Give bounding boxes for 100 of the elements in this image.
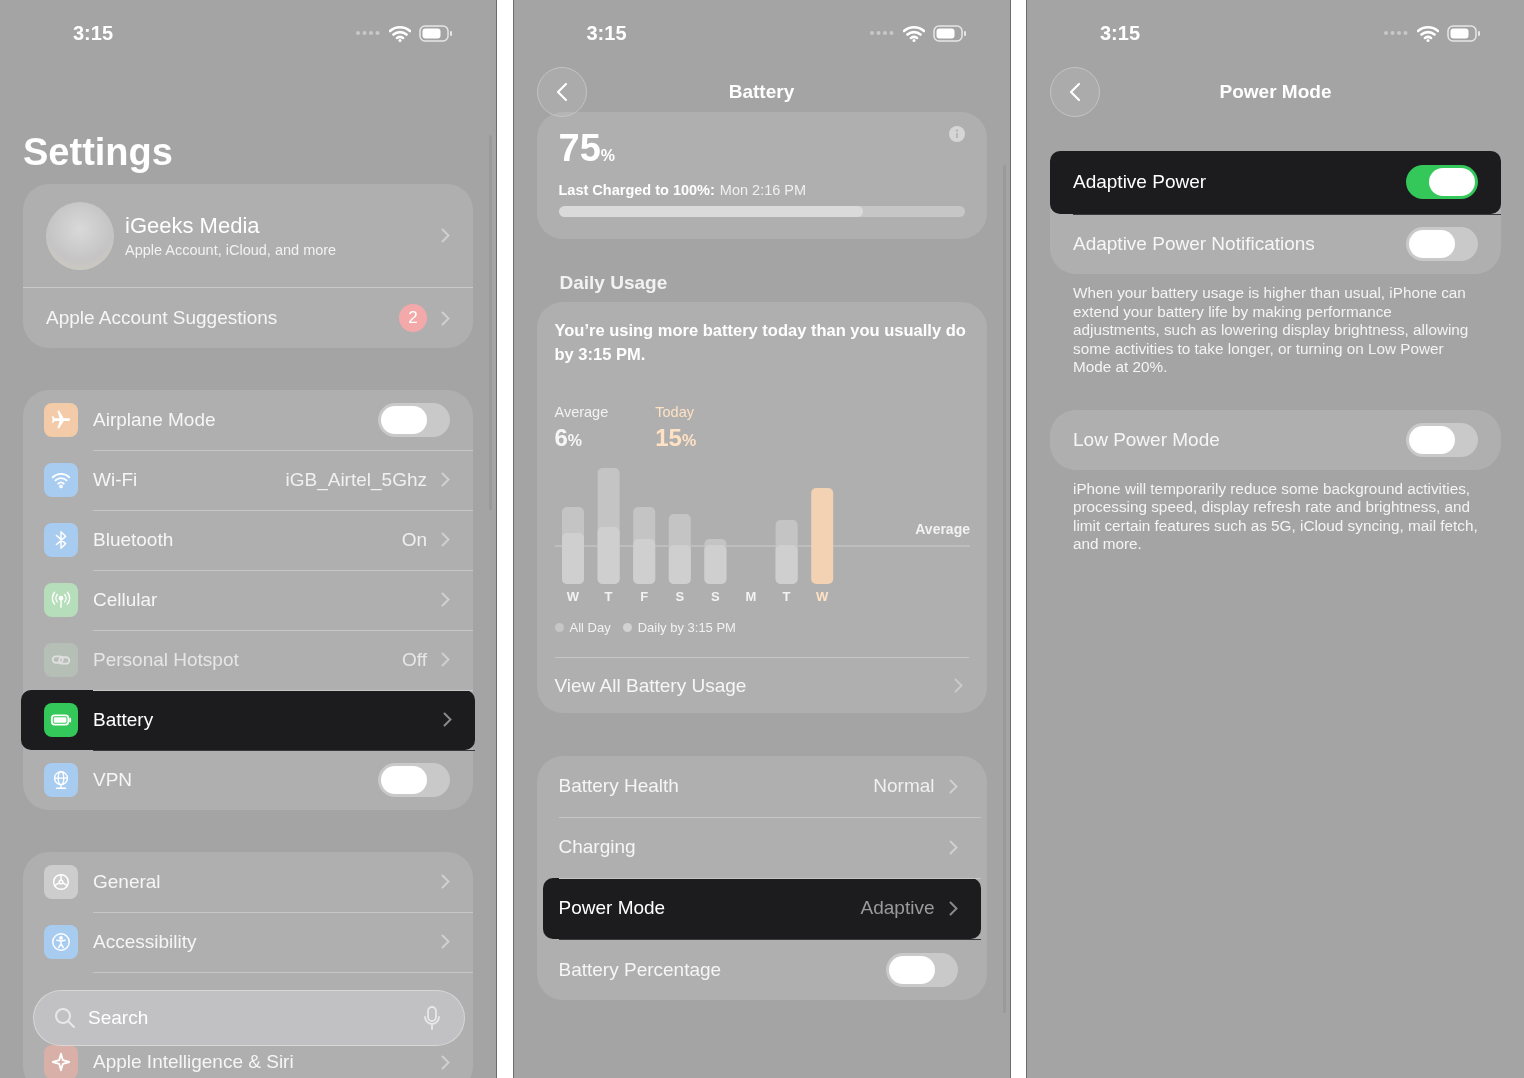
legend-label: All Day	[569, 620, 611, 635]
day-label: W	[815, 589, 828, 604]
row-label: Power Mode	[558, 897, 666, 919]
link-icon	[44, 643, 78, 677]
battery-icon	[44, 703, 78, 737]
chevron-left-icon	[555, 82, 568, 102]
signal-dots-icon	[355, 30, 381, 36]
status-time: 3:15	[73, 21, 114, 45]
account-name[interactable]: iGeeks Media	[125, 213, 433, 239]
search-input[interactable]: Search	[86, 1006, 414, 1030]
chevron-icon	[441, 652, 450, 667]
wifi-icon	[902, 24, 925, 42]
day-label: S	[674, 589, 684, 604]
chevron-icon	[441, 228, 450, 243]
row-label[interactable]: Apple Account Suggestions	[46, 307, 399, 329]
highlighted-row[interactable]: Adaptive Power	[1050, 151, 1501, 214]
toggle-switch[interactable]	[1406, 227, 1478, 261]
row-label: Adaptive Power	[1073, 171, 1207, 193]
gear-icon	[44, 865, 78, 899]
battery-icon	[419, 24, 453, 42]
page-title: Settings	[23, 130, 174, 174]
row-label[interactable]: General	[93, 870, 161, 893]
row-label[interactable]: Wi-Fi	[93, 468, 138, 491]
legend-label: Daily by 3:15 PM	[637, 620, 736, 635]
chevron-icon	[441, 1054, 450, 1070]
day-label: T	[604, 589, 613, 604]
sparkle-icon	[44, 1045, 78, 1078]
nav-title: Power Mode	[1219, 81, 1332, 103]
chevron-icon	[441, 874, 450, 889]
search-bar[interactable]: Search	[33, 990, 465, 1046]
search-icon	[54, 1007, 76, 1029]
toggle-switch[interactable]	[1406, 422, 1478, 457]
row-value: On	[401, 528, 427, 551]
average-label: Average	[914, 521, 970, 537]
last-charged-label: Last Charged to 100%:	[558, 182, 715, 198]
day-label: F	[639, 589, 648, 604]
row-label: Battery	[93, 708, 154, 731]
status-time: 3:15	[1100, 21, 1141, 45]
toggle-switch[interactable]	[378, 763, 450, 797]
chevron-icon	[948, 778, 958, 794]
stat-value: 15%	[655, 424, 697, 452]
status-time: 3:15	[586, 21, 627, 45]
battery-icon	[932, 24, 967, 42]
toggle-switch[interactable]	[885, 952, 958, 987]
accessibility-icon	[44, 925, 78, 959]
row-label[interactable]: Bluetooth	[93, 528, 174, 551]
chevron-icon	[441, 472, 450, 487]
chevron-icon	[948, 900, 958, 916]
signal-dots-icon	[1383, 30, 1409, 36]
row-label[interactable]: Accessibility	[93, 930, 197, 953]
account-subtitle: Apple Account, iCloud, and more	[125, 242, 338, 258]
battery-icon	[1447, 24, 1481, 42]
signal-dots-icon	[868, 30, 895, 36]
row-label: Adaptive Power Notifications	[1073, 233, 1315, 255]
row-value: iGB_Airtel_5Ghz	[285, 468, 427, 491]
row-label[interactable]: Apple Intelligence & Siri	[93, 1051, 294, 1073]
back-button[interactable]	[536, 67, 587, 117]
bluetooth-icon	[44, 523, 78, 557]
chevron-icon	[441, 310, 450, 326]
row-value: Adaptive	[860, 897, 935, 919]
chevron-left-icon	[1069, 82, 1081, 102]
row-label[interactable]: Battery Percentage	[558, 958, 722, 981]
row-value: Normal	[873, 775, 935, 797]
chevron-icon	[441, 592, 450, 607]
microphone-icon	[424, 1006, 440, 1030]
count-badge: 2	[399, 304, 427, 332]
globe-icon	[44, 763, 78, 797]
nav-title: Battery	[728, 81, 795, 103]
row-label: Low Power Mode	[1073, 428, 1220, 451]
day-label: M	[745, 589, 756, 604]
toggle-switch[interactable]	[1406, 165, 1478, 199]
row-label[interactable]: Charging	[558, 836, 636, 858]
highlighted-row[interactable]: Power Mode Adaptive	[542, 878, 981, 939]
row-label[interactable]: Airplane Mode	[93, 408, 216, 431]
legend-dot-icon	[622, 623, 632, 632]
day-label: W	[566, 589, 579, 604]
day-label: S	[710, 589, 720, 604]
stat-label: Today	[655, 404, 695, 420]
usage-message: You’re using more battery today than you usually do by 3:15 PM.	[554, 320, 967, 365]
battery-percentage: 75%	[558, 126, 615, 171]
row-label[interactable]: Battery Health	[558, 775, 679, 797]
wifi-icon	[44, 463, 78, 497]
antenna-icon	[44, 583, 78, 617]
stat-value: 6%	[554, 424, 584, 452]
footnote-text: When your battery usage is higher than usual, iPhone can extend your battery life by making performance adjustments, such as lowering display brightness, allowing some activities to take longer, or turning on Low Power Mode at 20%.	[1073, 284, 1470, 377]
row-label[interactable]: Cellular	[93, 588, 158, 611]
view-all-link[interactable]: View All Battery Usage	[554, 674, 747, 697]
wifi-icon	[1417, 24, 1439, 42]
chevron-icon	[441, 532, 450, 547]
row-label[interactable]: VPN	[93, 769, 133, 791]
stat-label: Average	[554, 404, 609, 420]
back-button[interactable]	[1050, 67, 1100, 117]
footnote-text: iPhone will temporarily reduce some background activities, processing speed, display refresh rate and brightness, and limit certain features such as 5G, iCloud syncing, mail fetch, and more.	[1073, 479, 1478, 554]
info-icon[interactable]	[948, 126, 965, 142]
airplane-icon	[44, 403, 78, 437]
wifi-icon	[389, 24, 411, 42]
chevron-icon	[441, 934, 450, 949]
section-header: Daily Usage	[559, 272, 669, 294]
highlighted-row[interactable]: Battery	[21, 690, 475, 750]
toggle-switch[interactable]	[378, 402, 450, 437]
